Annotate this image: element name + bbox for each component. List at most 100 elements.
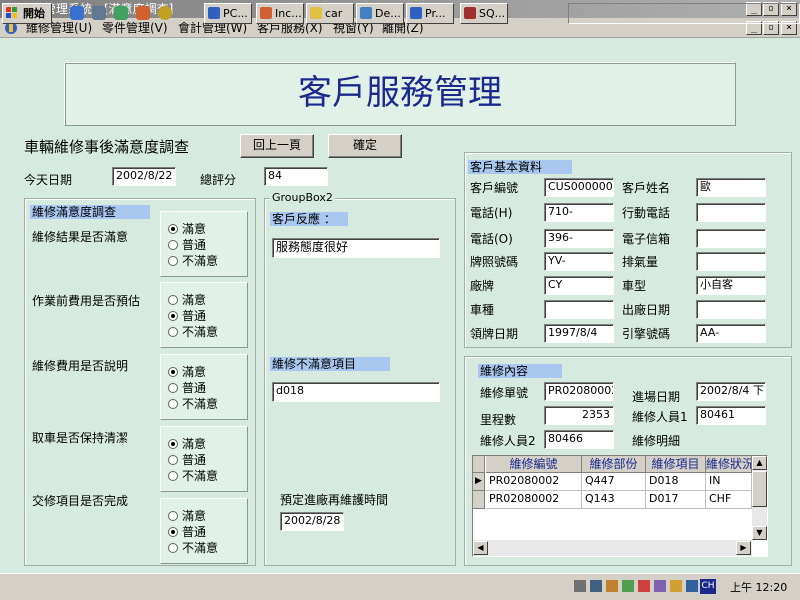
task-de-button[interactable]: De...	[356, 3, 404, 24]
customer-name-field[interactable]: 歐	[696, 178, 766, 197]
customer-id-field[interactable]: CUS0000002	[544, 178, 614, 197]
task-inc-icon	[260, 7, 272, 19]
grid-cell[interactable]: IN	[706, 473, 752, 491]
scroll-down-arrow-icon[interactable]: ▼	[752, 526, 767, 540]
radio-button-icon[interactable]	[168, 511, 178, 521]
engine-number-field[interactable]: AA-	[696, 324, 766, 343]
car-model-field[interactable]: 小自客	[696, 276, 766, 295]
displacement-field[interactable]	[696, 252, 766, 271]
phone-home-field[interactable]: 710-	[544, 203, 614, 222]
email-field[interactable]	[696, 229, 766, 248]
radio-option[interactable]: 不滿意	[168, 324, 218, 340]
brand-field[interactable]: CY	[544, 276, 614, 295]
browser-icon[interactable]	[70, 6, 84, 20]
radio-button-icon[interactable]	[168, 439, 178, 449]
grid-horizontal-scrollbar[interactable]	[473, 540, 752, 556]
task-pr-button[interactable]: Pr...	[406, 3, 454, 24]
grid-vertical-thumb[interactable]	[752, 471, 767, 507]
radio-option[interactable]: 滿意	[168, 364, 206, 380]
ime-indicator[interactable]: CH	[700, 579, 716, 594]
car-type-field[interactable]	[544, 300, 614, 319]
grid-column-header[interactable]: 維修狀況	[706, 456, 752, 473]
repair-order-field[interactable]: PR02080002	[544, 382, 614, 401]
license-date-field[interactable]: 1997/8/4	[544, 324, 614, 343]
mileage-field[interactable]: 2353	[544, 406, 614, 425]
grid-column-header[interactable]: 維修編號	[486, 456, 582, 473]
tray-utility-icon[interactable]	[622, 580, 634, 592]
radio-option[interactable]: 不滿意	[168, 396, 218, 412]
media-icon[interactable]	[158, 6, 172, 20]
scroll-up-arrow-icon[interactable]: ▲	[752, 456, 767, 470]
grid-cell[interactable]: Q447	[582, 473, 646, 491]
task-pc-button[interactable]: PC...	[204, 3, 252, 24]
radio-button-icon[interactable]	[168, 471, 178, 481]
scroll-right-arrow-icon[interactable]: ▶	[736, 541, 751, 555]
mail-icon[interactable]	[136, 6, 150, 20]
network-icon[interactable]	[590, 580, 602, 592]
grid-cell[interactable]: D017	[646, 491, 706, 509]
grid-cell[interactable]: CHF	[706, 491, 752, 509]
radio-option[interactable]: 普通	[168, 237, 206, 253]
radio-button-icon[interactable]	[168, 527, 178, 537]
tray-folder-icon[interactable]	[670, 580, 682, 592]
back-button[interactable]: 回上一頁	[240, 134, 314, 158]
radio-button-icon[interactable]	[168, 367, 178, 377]
menu-parts[interactable]: 零件管理(V)	[102, 20, 168, 36]
task-inc-label: Inc...	[275, 7, 302, 20]
phone-office-field[interactable]: 396-	[544, 229, 614, 248]
radio-option[interactable]: 滿意	[168, 436, 206, 452]
radio-button-icon[interactable]	[168, 327, 178, 337]
radio-button-icon[interactable]	[168, 240, 178, 250]
mobile-phone-field[interactable]	[696, 203, 766, 222]
radio-button-icon[interactable]	[168, 256, 178, 266]
grid-cell[interactable]: PR02080002	[486, 473, 582, 491]
radio-option[interactable]: 滿意	[168, 221, 206, 237]
grid-cell[interactable]: Q143	[582, 491, 646, 509]
manufacture-date-field[interactable]	[696, 300, 766, 319]
task-inc-button[interactable]: Inc...	[256, 3, 304, 24]
today-date-field[interactable]: 2002/8/22	[112, 167, 176, 186]
radio-option[interactable]: 不滿意	[168, 540, 218, 556]
grid-cell[interactable]: PR02080002	[486, 491, 582, 509]
radio-button-icon[interactable]	[168, 399, 178, 409]
grid-cell[interactable]: D018	[646, 473, 706, 491]
revisit-time-field[interactable]: 2002/8/28	[280, 512, 344, 531]
entry-date-field[interactable]: 2002/8/4 下	[696, 382, 766, 401]
radio-option[interactable]: 滿意	[168, 292, 206, 308]
grid-column-header[interactable]: 維修部份	[582, 456, 646, 473]
tray-app-icon[interactable]	[606, 580, 618, 592]
radio-button-icon[interactable]	[168, 383, 178, 393]
radio-button-icon[interactable]	[168, 224, 178, 234]
grid-column-header[interactable]: 維修項目	[646, 456, 706, 473]
radio-option[interactable]: 普通	[168, 524, 206, 540]
tray-alert-icon[interactable]	[638, 580, 650, 592]
scroll-left-arrow-icon[interactable]: ◀	[473, 541, 488, 555]
radio-button-icon[interactable]	[168, 543, 178, 553]
unsatisfied-items-field[interactable]: d018	[272, 382, 440, 402]
tray-display-icon[interactable]	[686, 580, 698, 592]
quicklaunch-app-icon[interactable]	[92, 6, 106, 20]
confirm-button[interactable]: 確定	[328, 134, 402, 158]
speaker-icon[interactable]	[574, 580, 586, 592]
row-indicator[interactable]	[473, 491, 485, 509]
total-score-field[interactable]: 84	[264, 167, 328, 186]
radio-option[interactable]: 不滿意	[168, 468, 218, 484]
plate-number-field[interactable]: YV-	[544, 252, 614, 271]
radio-option[interactable]: 普通	[168, 452, 206, 468]
task-sq-button[interactable]: SQ...	[460, 3, 508, 24]
staff1-field[interactable]: 80461	[696, 406, 766, 425]
radio-button-icon[interactable]	[168, 311, 178, 321]
radio-option[interactable]: 滿意	[168, 508, 206, 524]
task-car-button[interactable]: car	[306, 3, 354, 24]
tray-tool-icon[interactable]	[654, 580, 666, 592]
radio-option[interactable]: 普通	[168, 380, 206, 396]
current-row-indicator-icon[interactable]: ▶	[473, 473, 485, 491]
feedback-field[interactable]: 服務態度很好	[272, 238, 440, 258]
start-button[interactable]: 開始	[2, 3, 52, 24]
desktop-icon[interactable]	[114, 6, 128, 20]
staff2-field[interactable]: 80466	[544, 430, 614, 449]
radio-option[interactable]: 普通	[168, 308, 206, 324]
radio-button-icon[interactable]	[168, 295, 178, 305]
radio-option[interactable]: 不滿意	[168, 253, 218, 269]
radio-button-icon[interactable]	[168, 455, 178, 465]
